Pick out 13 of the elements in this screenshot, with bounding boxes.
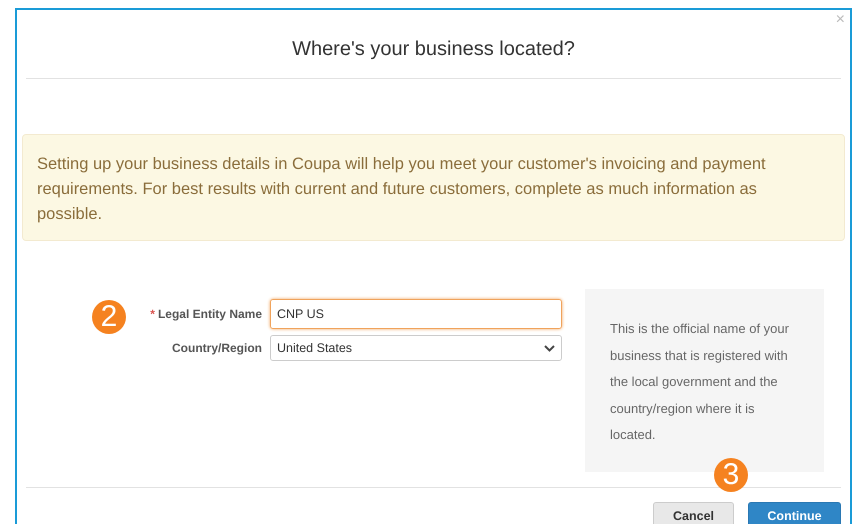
text-input-field[interactable]: CNP US <box>270 299 562 329</box>
continue-button[interactable]: Continue <box>748 502 841 524</box>
help-text: This is the official name of your business that is registered with the local government and the country/region where it is located. <box>610 320 790 444</box>
chevron-down-icon <box>544 344 555 352</box>
country-select[interactable]: United States <box>270 335 562 361</box>
label-text: Country/Region <box>172 341 262 355</box>
required-mark: * <box>150 307 155 321</box>
label-text: Legal Entity Name <box>158 307 262 321</box>
dialog-title: Where's your business located? <box>292 37 575 62</box>
notice-text: Setting up your business details in Coupa will help you meet your customer's invoicing and payment requirements. For best results with current and future customers, complete as much information as possible. <box>37 154 767 225</box>
step-badge: 2 <box>92 300 126 334</box>
step-badge: 3 <box>714 458 748 492</box>
cancel-button[interactable]: Cancel <box>653 502 734 524</box>
